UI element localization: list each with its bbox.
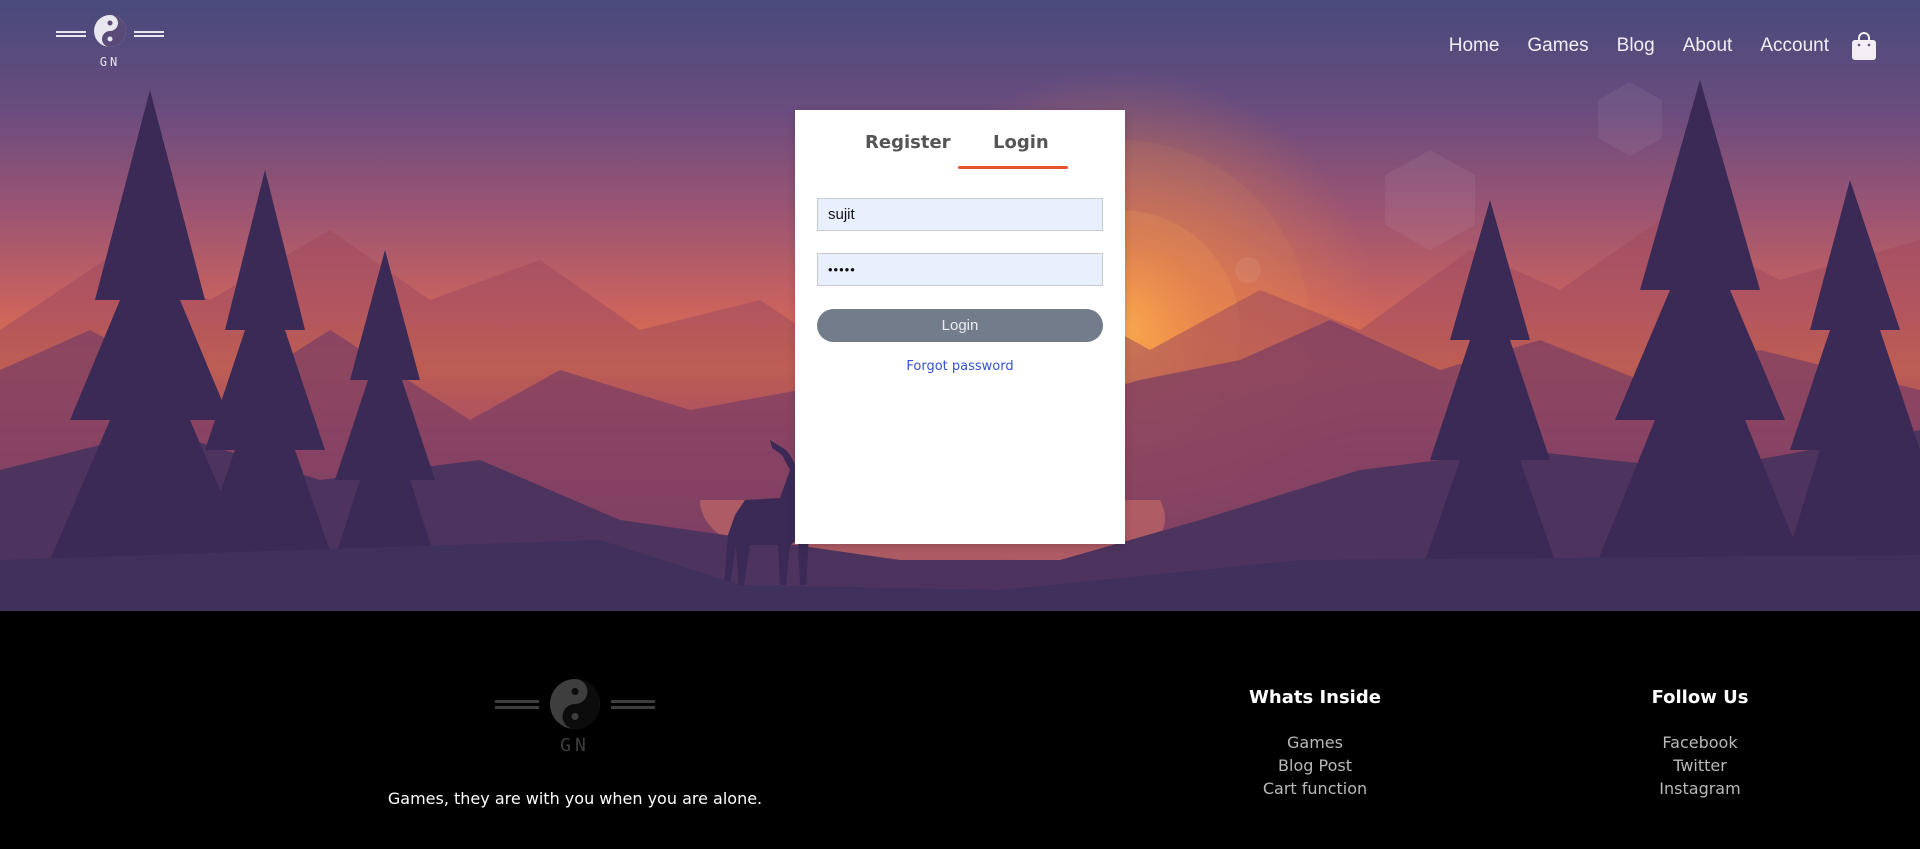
footer-link-games[interactable]: Games [1215, 731, 1415, 754]
auth-tabs: Register Login [795, 110, 1125, 170]
footer-heading: Follow Us [1651, 687, 1749, 708]
yin-yang-logo-icon [56, 15, 164, 47]
nav-games-link[interactable]: Games [1527, 35, 1588, 57]
nav-account-link[interactable]: Account [1760, 35, 1829, 57]
shopping-bag-icon[interactable] [1851, 31, 1877, 61]
footer-column-follow-us: Follow Us Facebook Twitter Instagram [1600, 687, 1800, 800]
main-nav: Home Games Blog About Account [1421, 30, 1920, 62]
tab-register[interactable]: Register [865, 132, 951, 153]
password-input[interactable] [817, 253, 1103, 286]
active-tab-indicator [958, 166, 1068, 169]
footer-link-facebook[interactable]: Facebook [1600, 731, 1800, 754]
footer-logo[interactable]: GN [495, 675, 655, 765]
hero-section: GN Home Games Blog About Account Registe… [0, 0, 1920, 611]
footer-link-twitter[interactable]: Twitter [1600, 754, 1800, 777]
login-card: Register Login Login Forgot password [795, 110, 1125, 544]
site-logo[interactable]: GN [56, 14, 164, 74]
footer-link-blog-post[interactable]: Blog Post [1215, 754, 1415, 777]
login-button[interactable]: Login [817, 309, 1103, 342]
footer-logo-text: GN [560, 735, 590, 756]
footer-tagline: Games, they are with you when you are al… [387, 789, 763, 808]
forgot-password-link[interactable]: Forgot password [795, 359, 1125, 374]
logo-text: GN [99, 55, 121, 69]
footer-link-instagram[interactable]: Instagram [1600, 777, 1800, 800]
nav-home-link[interactable]: Home [1449, 35, 1500, 57]
footer-link-cart-function[interactable]: Cart function [1215, 777, 1415, 800]
footer-column-whats-inside: Whats Inside Games Blog Post Cart functi… [1215, 687, 1415, 800]
nav-about-link[interactable]: About [1683, 35, 1733, 57]
yin-yang-logo-icon [495, 679, 655, 729]
nav-blog-link[interactable]: Blog [1617, 35, 1655, 57]
tab-login[interactable]: Login [993, 132, 1049, 153]
username-input[interactable] [817, 198, 1103, 231]
footer-heading: Whats Inside [1249, 687, 1381, 708]
site-footer: GN Games, they are with you when you are… [0, 611, 1920, 849]
